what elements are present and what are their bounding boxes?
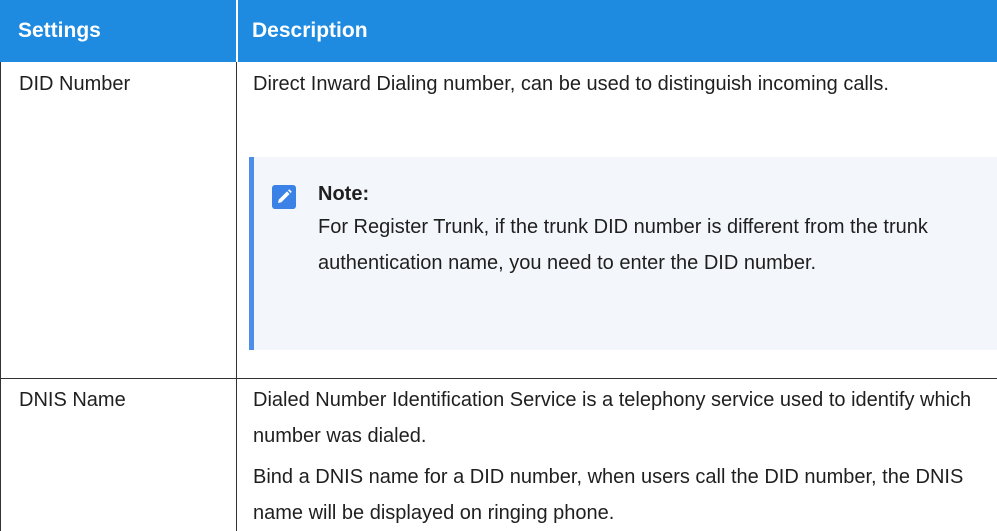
pencil-edit-icon: [272, 185, 296, 209]
description-dnis-line-2: Bind a DNIS name for a DID number, when …: [253, 466, 964, 524]
description-did-number: Direct Inward Dialing number, can be use…: [253, 73, 889, 95]
header-settings: Settings: [18, 19, 101, 42]
note-box: Note: For Register Trunk, if the trunk D…: [249, 157, 997, 350]
header-divider: [236, 0, 238, 62]
setting-did-number: DID Number: [19, 73, 131, 95]
table-header: Settings Description: [0, 0, 997, 62]
note-accent-bar: [249, 157, 254, 350]
setting-dnis-name: DNIS Name: [19, 389, 126, 411]
column-divider: [236, 62, 237, 531]
table-border-left: [0, 62, 1, 531]
note-title: Note:: [318, 183, 370, 205]
note-text: For Register Trunk, if the trunk DID num…: [318, 216, 928, 274]
settings-table: Settings Description DID Number Direct I…: [0, 0, 997, 531]
header-description: Description: [252, 19, 368, 42]
row-divider: [0, 378, 997, 379]
description-dnis-line-1: Dialed Number Identification Service is …: [253, 389, 972, 447]
